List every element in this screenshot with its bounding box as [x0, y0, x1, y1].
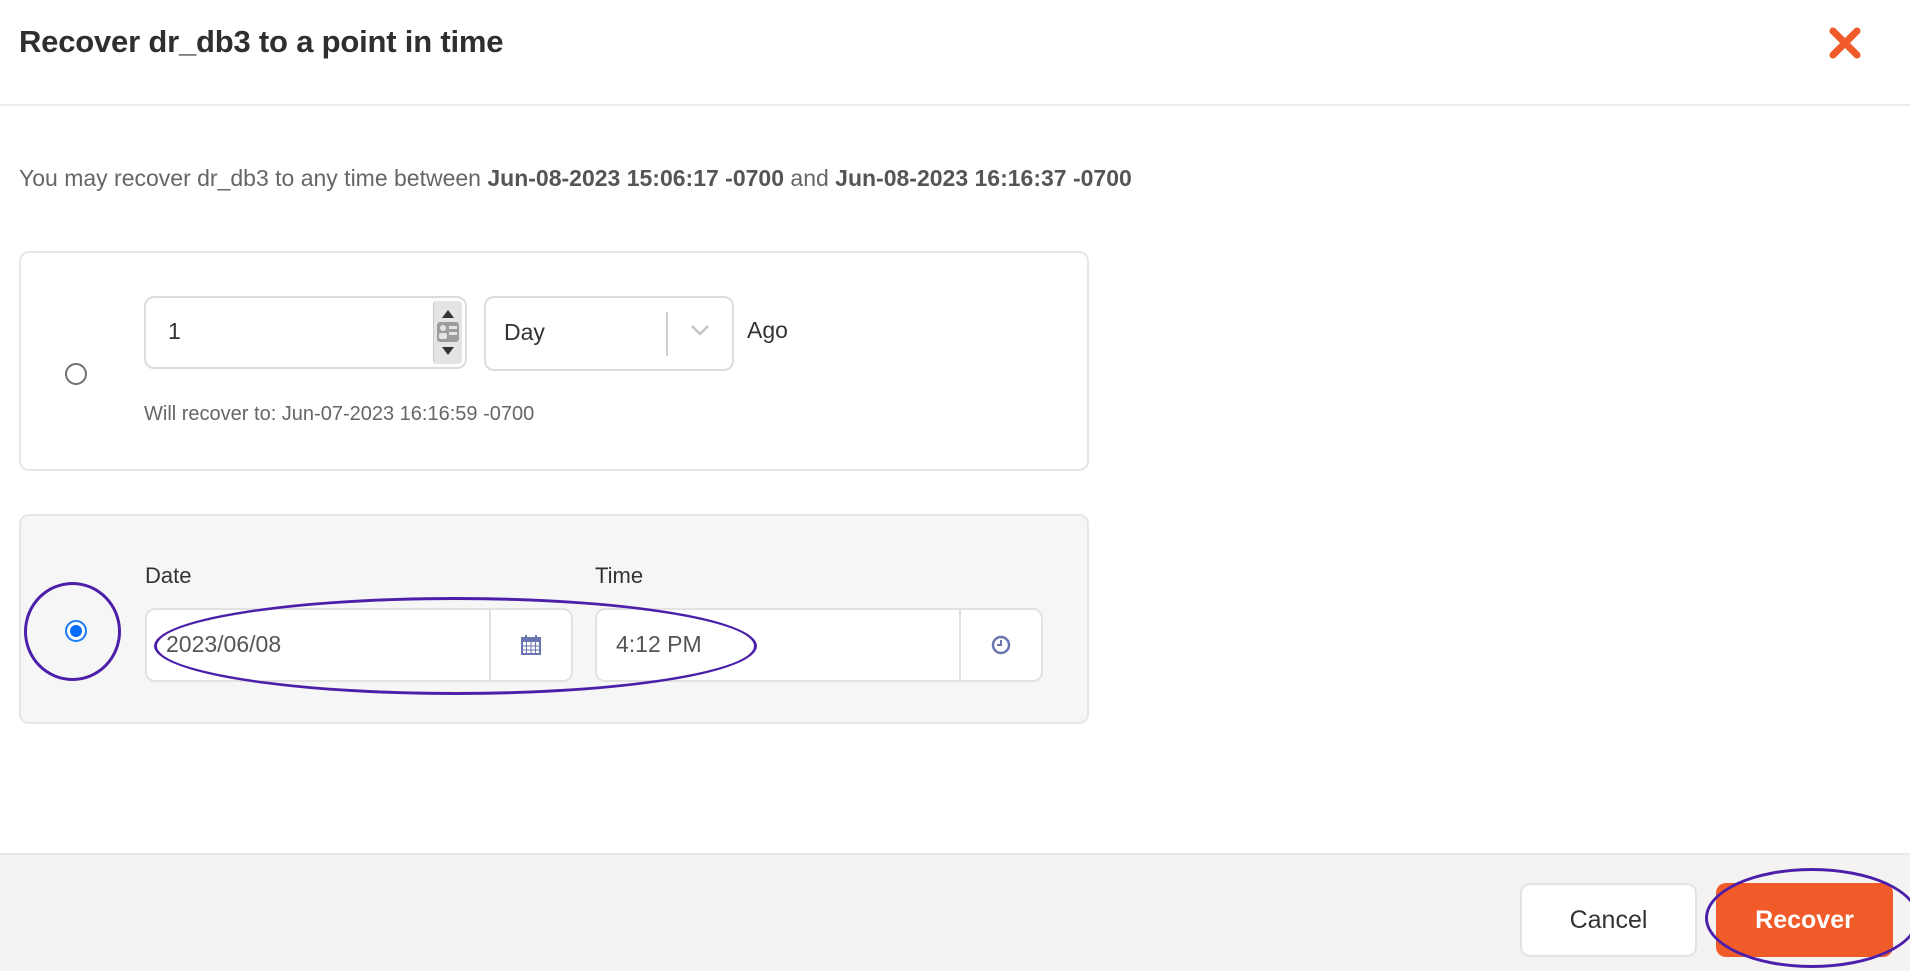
relative-time-option: 1 Day Ago Will recover to: Jun-07-2023 1…: [19, 251, 1089, 471]
calendar-icon: [521, 635, 541, 655]
date-input[interactable]: 2023/06/08: [166, 631, 281, 658]
relative-radio[interactable]: [65, 363, 87, 385]
will-recover-to-hint: Will recover to: Jun-07-2023 16:16:59 -0…: [144, 403, 535, 425]
recover-button[interactable]: Recover: [1716, 883, 1893, 957]
time-input[interactable]: 4:12 PM: [616, 631, 702, 658]
time-field[interactable]: 4:12 PM: [595, 608, 1043, 682]
date-field[interactable]: 2023/06/08: [145, 608, 573, 682]
close-button[interactable]: [1826, 24, 1864, 62]
window-start: Jun-08-2023 15:06:17 -0700: [487, 165, 785, 191]
window-end: Jun-08-2023 16:16:37 -0700: [835, 165, 1132, 191]
absolute-time-option: Date 2023/06/08 Time 4:12 PM: [19, 514, 1089, 724]
unit-select[interactable]: Day: [484, 296, 734, 371]
ago-label: Ago: [747, 317, 788, 343]
number-spinner-icon: [437, 310, 459, 355]
time-picker-button[interactable]: [959, 610, 1041, 680]
time-label: Time: [595, 563, 644, 588]
date-label: Date: [145, 563, 192, 588]
unit-value: Day: [504, 319, 545, 345]
dialog-footer: Cancel Recover: [0, 853, 1910, 971]
close-x-icon: [1829, 27, 1861, 59]
dialog-header: Recover dr_db3 to a point in time: [0, 0, 1910, 106]
amount-value: 1: [168, 318, 181, 344]
absolute-radio[interactable]: [65, 620, 87, 642]
select-separator: [666, 312, 668, 356]
dialog-title: Recover dr_db3 to a point in time: [19, 24, 504, 59]
amount-spinner[interactable]: [433, 301, 462, 364]
cancel-button[interactable]: Cancel: [1520, 883, 1697, 957]
date-picker-button[interactable]: [489, 610, 571, 680]
amount-input[interactable]: 1: [144, 296, 467, 369]
recovery-window-description: You may recover dr_db3 to any time betwe…: [19, 163, 1132, 193]
description-prefix: You may recover dr_db3 to any time betwe…: [19, 165, 488, 191]
clock-icon: [991, 635, 1011, 655]
description-joiner: and: [784, 165, 836, 191]
chevron-down-icon: [691, 325, 709, 336]
